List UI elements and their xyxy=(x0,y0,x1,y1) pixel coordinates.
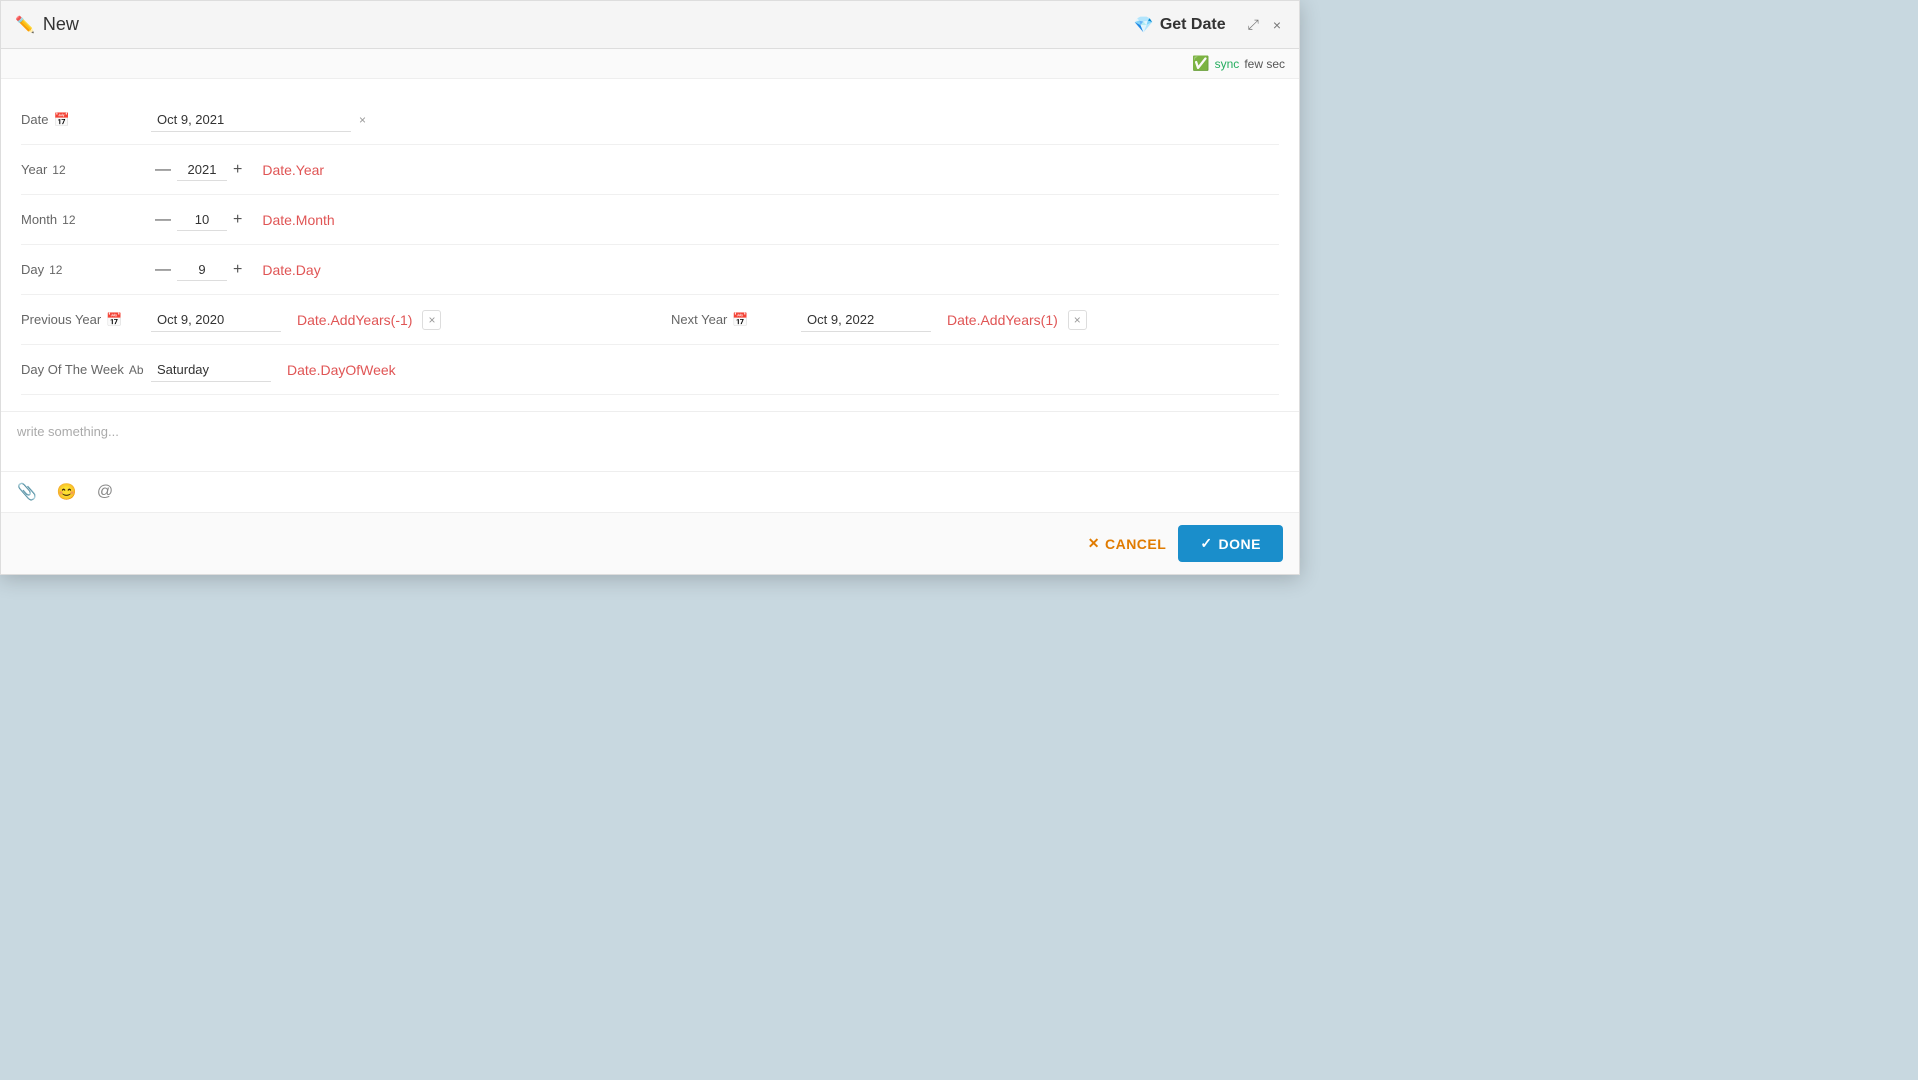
edit-icon: ✏️ xyxy=(15,15,35,35)
month-spinner-label: 12 xyxy=(62,213,75,227)
next-year-label: Next Year 📅 xyxy=(671,312,801,328)
next-calendar-icon: 📅 xyxy=(732,312,748,328)
day-of-week-value[interactable] xyxy=(151,358,271,382)
title-bar-right: 💎 Get Date ⤢ × xyxy=(1134,14,1285,35)
sync-status: sync xyxy=(1215,57,1240,71)
content-area: Date 📅 × Year 12 — 2021 + Date.Year xyxy=(1,79,1299,411)
done-button[interactable]: ✓ DONE xyxy=(1178,525,1283,562)
next-year-formula: Date.AddYears(1) xyxy=(947,312,1058,328)
month-spinner: — 10 + xyxy=(151,209,246,231)
day-of-week-label-text: Day Of The Week xyxy=(21,362,124,377)
emoji-button[interactable]: 😊 xyxy=(55,480,79,504)
day-field-input: — 9 + Date.Day xyxy=(151,259,1279,281)
day-of-week-label: Day Of The Week Ab xyxy=(21,362,151,377)
month-formula: Date.Month xyxy=(262,212,334,228)
write-placeholder: write something... xyxy=(17,424,119,439)
previous-year-input: Date.AddYears(-1) × xyxy=(151,308,671,332)
mention-button[interactable]: @ xyxy=(95,481,115,503)
day-label-text: Day xyxy=(21,262,44,277)
month-label-text: Month xyxy=(21,212,57,227)
next-year-value[interactable] xyxy=(801,308,931,332)
window-title: New xyxy=(43,14,79,35)
date-field-label: Date 📅 xyxy=(21,112,151,128)
previous-year-formula: Date.AddYears(-1) xyxy=(297,312,412,328)
year-decrement-button[interactable]: — xyxy=(151,162,175,178)
calendar-icon: 📅 xyxy=(53,112,69,128)
editor-toolbar: 📎 😊 @ xyxy=(1,471,1299,512)
date-row: Date 📅 × xyxy=(21,95,1279,145)
year-value: 2021 xyxy=(177,159,227,181)
day-increment-button[interactable]: + xyxy=(229,262,246,278)
diamond-icon: 💎 xyxy=(1134,15,1154,35)
year-spinner-label: 12 xyxy=(52,163,65,177)
prev-calendar-icon: 📅 xyxy=(106,312,122,328)
year-field-input: — 2021 + Date.Year xyxy=(151,159,1279,181)
year-row: Year 12 — 2021 + Date.Year xyxy=(21,145,1279,195)
previous-year-col: Previous Year 📅 Date.AddYears(-1) × xyxy=(21,308,671,332)
done-label: DONE xyxy=(1219,536,1261,552)
sync-time: few sec xyxy=(1244,57,1285,71)
day-of-week-row: Day Of The Week Ab Date.DayOfWeek xyxy=(21,345,1279,395)
next-year-input: Date.AddYears(1) × xyxy=(801,308,1279,332)
year-field-label: Year 12 xyxy=(21,162,151,177)
month-field-label: Month 12 xyxy=(21,212,151,227)
month-increment-button[interactable]: + xyxy=(229,212,246,228)
close-button[interactable]: × xyxy=(1269,14,1285,35)
month-row: Month 12 — 10 + Date.Month xyxy=(21,195,1279,245)
year-label-text: Year xyxy=(21,162,47,177)
footer-bar: ✕ CANCEL ✓ DONE xyxy=(1,512,1299,574)
next-year-close-button[interactable]: × xyxy=(1068,310,1087,330)
day-decrement-button[interactable]: — xyxy=(151,262,175,278)
previous-year-value[interactable] xyxy=(151,308,281,332)
date-clear-button[interactable]: × xyxy=(357,111,368,129)
done-check-icon: ✓ xyxy=(1200,535,1212,552)
get-date-title: 💎 Get Date xyxy=(1134,15,1226,35)
next-year-col: Next Year 📅 Date.AddYears(1) × xyxy=(671,308,1279,332)
date-label-text: Date xyxy=(21,112,48,127)
date-field-input: × xyxy=(151,108,1279,132)
next-year-formula-group: Date.AddYears(1) × xyxy=(937,310,1087,330)
day-formula: Date.Day xyxy=(262,262,320,278)
day-of-week-input: Date.DayOfWeek xyxy=(151,358,1279,382)
title-bar-left: ✏️ New xyxy=(15,14,79,35)
cancel-button[interactable]: ✕ CANCEL xyxy=(1088,535,1167,552)
previous-year-label: Previous Year 📅 xyxy=(21,312,151,328)
day-of-week-formula: Date.DayOfWeek xyxy=(287,362,396,378)
minimize-button[interactable]: ⤢ xyxy=(1244,14,1263,35)
next-year-label-text: Next Year xyxy=(671,312,727,327)
previous-year-label-text: Previous Year xyxy=(21,312,101,327)
day-value: 9 xyxy=(177,259,227,281)
main-dialog: ✏️ New 💎 Get Date ⤢ × ✅ sync few sec Dat… xyxy=(0,0,1300,575)
write-area[interactable]: write something... xyxy=(1,411,1299,471)
year-increment-button[interactable]: + xyxy=(229,162,246,178)
sync-check-icon: ✅ xyxy=(1192,55,1209,72)
day-row: Day 12 — 9 + Date.Day xyxy=(21,245,1279,295)
date-input[interactable] xyxy=(151,108,351,132)
year-formula: Date.Year xyxy=(262,162,324,178)
year-spinner: — 2021 + xyxy=(151,159,246,181)
month-value: 10 xyxy=(177,209,227,231)
day-spinner-label: 12 xyxy=(49,263,62,277)
month-field-input: — 10 + Date.Month xyxy=(151,209,1279,231)
prev-year-formula-group: Date.AddYears(-1) × xyxy=(287,310,441,330)
cancel-x-icon: ✕ xyxy=(1088,535,1100,552)
year-nav-row: Previous Year 📅 Date.AddYears(-1) × Next… xyxy=(21,295,1279,345)
month-decrement-button[interactable]: — xyxy=(151,212,175,228)
cancel-label: CANCEL xyxy=(1105,536,1166,552)
day-field-label: Day 12 xyxy=(21,262,151,277)
sync-bar: ✅ sync few sec xyxy=(1,49,1299,79)
window-controls: ⤢ × xyxy=(1244,14,1285,35)
previous-year-close-button[interactable]: × xyxy=(422,310,441,330)
day-of-week-type: Ab xyxy=(129,363,144,377)
day-spinner: — 9 + xyxy=(151,259,246,281)
attachment-button[interactable]: 📎 xyxy=(15,480,39,504)
title-bar: ✏️ New 💎 Get Date ⤢ × xyxy=(1,1,1299,49)
